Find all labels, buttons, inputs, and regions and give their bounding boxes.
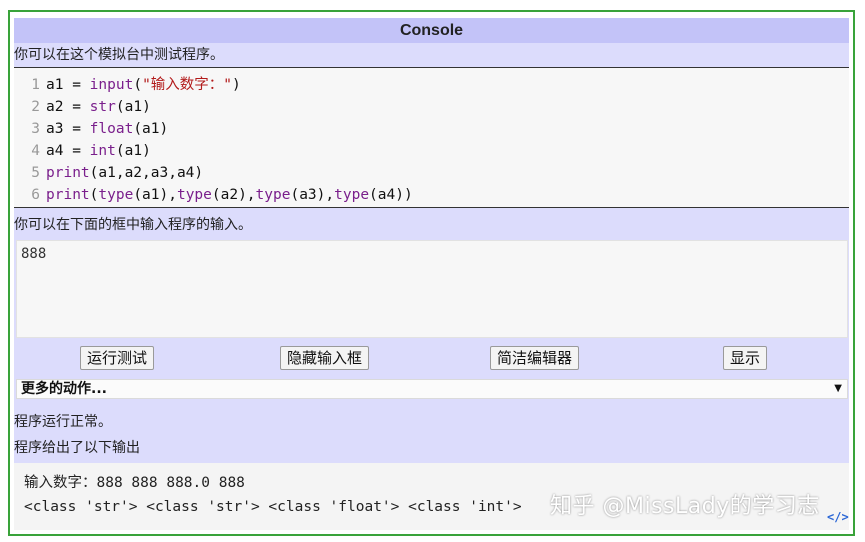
code-icon[interactable]: </> xyxy=(827,510,849,524)
output-caption: 程序给出了以下输出 xyxy=(14,440,140,456)
line-number: 1 xyxy=(31,77,40,93)
code-token: (a1) xyxy=(115,99,151,115)
code-token: print xyxy=(46,165,90,181)
console-frame: Console 你可以在这个模拟台中测试程序。 1 a1 = input("输入数… xyxy=(8,10,855,536)
code-token: str xyxy=(89,99,116,115)
code-token: a2 xyxy=(46,99,64,115)
status-text: 程序运行正常。 xyxy=(14,414,112,430)
line-number: 4 xyxy=(31,143,40,159)
code-token: (a3), xyxy=(290,187,335,203)
code-token: float xyxy=(89,121,134,137)
output-line: 输入数字：888 888 888.0 888 xyxy=(24,475,245,491)
output-line: <class 'str'> <class 'str'> <class 'floa… xyxy=(24,499,522,515)
code-token: input xyxy=(89,77,134,93)
code-editor[interactable]: 1 a1 = input("输入数字：") 2 a2 = str(a1) 3 a3 = f… xyxy=(14,67,849,208)
editor-caption: 你可以在这个模拟台中测试程序。 xyxy=(14,47,224,63)
line-number: 3 xyxy=(31,121,40,137)
code-token: type xyxy=(176,187,212,203)
code-token: int xyxy=(89,143,116,159)
code-token: "输入数字：" xyxy=(142,77,233,93)
code-line[interactable]: 5 print(a1,a2,a3,a4) xyxy=(14,162,203,184)
more-actions-label: 更多的动作... xyxy=(21,381,107,397)
code-token: = xyxy=(63,99,90,115)
simple-editor-button[interactable]: 简洁编辑器 xyxy=(490,346,580,370)
dropdown-arrow-icon: ▼ xyxy=(834,383,842,394)
show-button[interactable]: 显示 xyxy=(723,346,768,370)
code-token: type xyxy=(255,187,291,203)
code-token: a3 xyxy=(46,121,64,137)
code-token: type xyxy=(98,187,134,203)
line-number: 5 xyxy=(31,165,40,181)
input-caption: 你可以在下面的框中输入程序的输入。 xyxy=(14,217,252,233)
code-token: = xyxy=(63,121,90,137)
code-token: = xyxy=(63,143,90,159)
line-number: 6 xyxy=(31,187,40,203)
console-title: Console xyxy=(14,18,849,43)
code-token: (a1,a2,a3,a4) xyxy=(89,165,204,181)
code-token: (a1) xyxy=(115,143,151,159)
code-line[interactable]: 1 a1 = input("输入数字：") xyxy=(14,74,241,96)
console-panel: Console 你可以在这个模拟台中测试程序。 1 a1 = input("输入数… xyxy=(14,18,849,530)
code-token: a1 xyxy=(46,77,64,93)
code-token: ) xyxy=(232,77,241,93)
more-actions-select[interactable]: 更多的动作... ▼ xyxy=(16,379,848,399)
code-token: (a1) xyxy=(133,121,169,137)
run-test-button[interactable]: 运行测试 xyxy=(80,346,155,370)
hide-input-button[interactable]: 隐藏输入框 xyxy=(280,346,370,370)
code-line[interactable]: 4 a4 = int(a1) xyxy=(14,140,151,162)
line-number: 2 xyxy=(31,99,40,115)
program-input-field[interactable]: 888 xyxy=(16,240,848,338)
code-token: ( xyxy=(133,77,143,93)
code-token: = xyxy=(63,77,90,93)
code-token: (a2), xyxy=(211,187,256,203)
code-token: (a1), xyxy=(133,187,177,203)
watermark: 知乎 @MissLady的学习志 xyxy=(550,494,820,519)
code-token: (a4)) xyxy=(369,187,413,203)
code-token: print xyxy=(46,187,90,203)
code-token: type xyxy=(334,187,370,203)
code-line[interactable]: 2 a2 = str(a1) xyxy=(14,96,151,118)
code-line[interactable]: 3 a3 = float(a1) xyxy=(14,118,168,140)
code-line[interactable]: 6 print(type(a1),type(a2),type(a3),type(a… xyxy=(14,184,413,206)
code-token: a4 xyxy=(46,143,64,159)
